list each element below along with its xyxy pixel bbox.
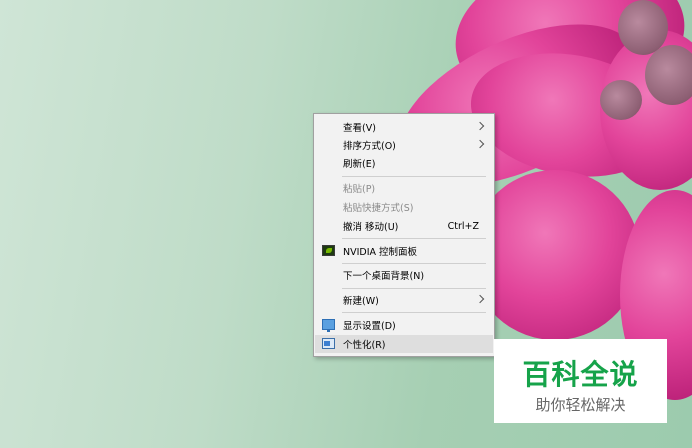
- menu-item-view[interactable]: 查看(V): [315, 118, 493, 136]
- chevron-right-icon: [475, 139, 485, 149]
- chevron-right-icon: [475, 294, 485, 304]
- desktop-context-menu: 查看(V) 排序方式(O) 刷新(E) 粘贴(P) 粘贴快捷方式(S) 撤消 移…: [313, 113, 495, 357]
- personalize-icon: [322, 338, 335, 349]
- menu-item-label: 撤消 移动(U): [343, 222, 399, 233]
- menu-item-label: NVIDIA 控制面板: [343, 247, 418, 258]
- menu-item-label: 显示设置(D): [343, 321, 396, 332]
- menu-item-label: 粘贴(P): [343, 184, 376, 195]
- menu-item-nvidia-control-panel[interactable]: NVIDIA 控制面板: [315, 242, 493, 260]
- menu-item-label: 下一个桌面背景(N): [343, 271, 425, 282]
- menu-item-undo-move[interactable]: 撤消 移动(U) Ctrl+Z: [315, 217, 493, 235]
- menu-separator: [342, 176, 486, 177]
- chevron-right-icon: [475, 121, 485, 131]
- nvidia-icon: [322, 245, 335, 256]
- menu-item-label: 粘贴快捷方式(S): [343, 203, 414, 214]
- watermark-title: 百科全说: [522, 358, 639, 391]
- menu-separator: [342, 312, 486, 313]
- menu-item-display-settings[interactable]: 显示设置(D): [315, 316, 493, 334]
- watermark: 百科全说 助你轻松解决: [494, 339, 667, 423]
- menu-separator: [342, 288, 486, 289]
- menu-item-personalize[interactable]: 个性化(R): [315, 335, 493, 353]
- menu-item-shortcut: Ctrl+Z: [447, 220, 479, 232]
- display-settings-icon: [322, 319, 335, 332]
- flower-bud: [645, 45, 692, 105]
- menu-item-label: 排序方式(O): [343, 141, 396, 152]
- flower-bud: [600, 80, 642, 120]
- menu-item-paste-shortcut[interactable]: 粘贴快捷方式(S): [315, 198, 493, 216]
- menu-separator: [342, 238, 486, 239]
- menu-item-refresh[interactable]: 刷新(E): [315, 154, 493, 172]
- watermark-subtitle: 助你轻松解决: [535, 396, 626, 414]
- menu-item-label: 个性化(R): [343, 340, 386, 351]
- menu-item-label: 刷新(E): [343, 159, 376, 170]
- menu-separator: [342, 263, 486, 264]
- menu-item-new[interactable]: 新建(W): [315, 291, 493, 309]
- menu-item-next-desktop-background[interactable]: 下一个桌面背景(N): [315, 266, 493, 284]
- menu-item-paste[interactable]: 粘贴(P): [315, 179, 493, 197]
- menu-item-sort-by[interactable]: 排序方式(O): [315, 136, 493, 154]
- menu-item-label: 查看(V): [343, 123, 376, 134]
- menu-item-label: 新建(W): [343, 296, 379, 307]
